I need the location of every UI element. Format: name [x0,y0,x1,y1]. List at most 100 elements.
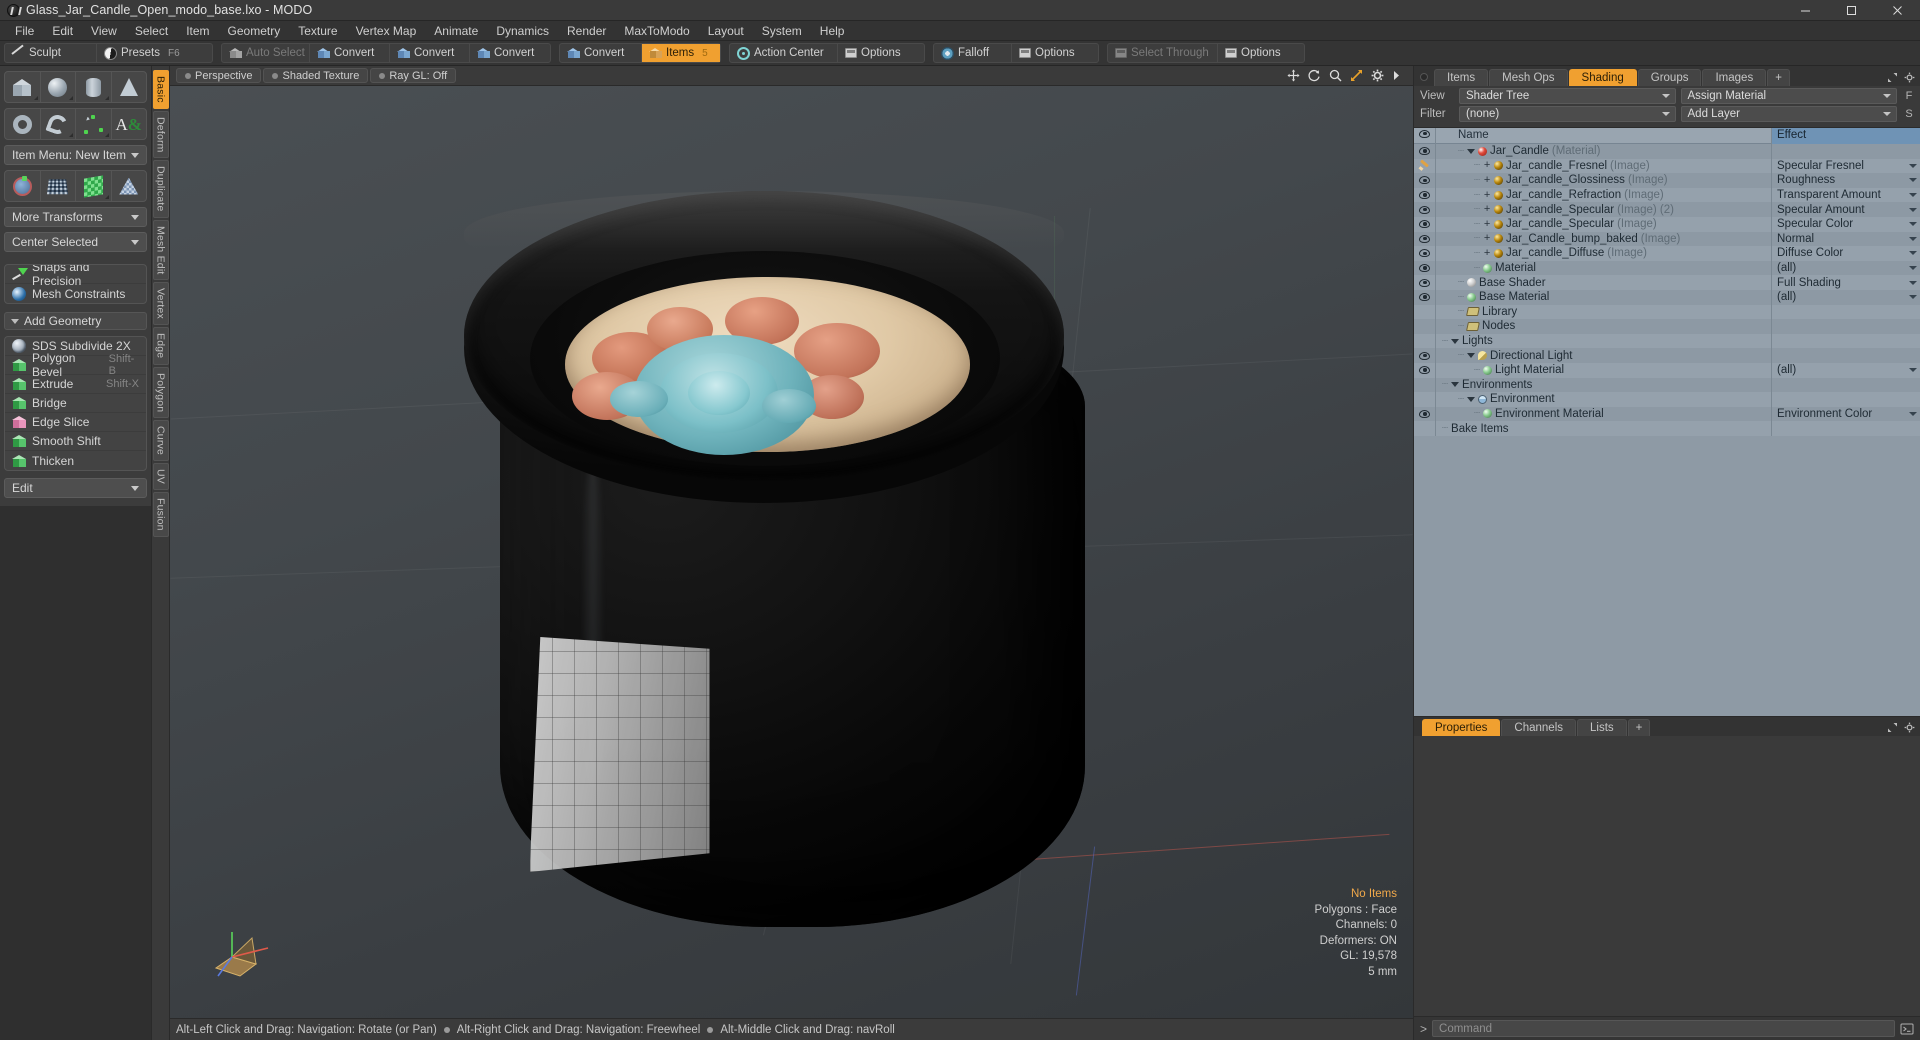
shader-tree-row[interactable]: ┈ Environment Material Environment Color [1414,406,1920,422]
tab-channels[interactable]: Channels [1501,718,1577,736]
add-geometry-header[interactable]: Add Geometry [4,312,147,330]
chevron-down-icon[interactable] [1909,193,1917,198]
tab-items[interactable]: Items [1434,69,1489,86]
shader-tree-row[interactable]: ┈ Bake Items [1414,421,1920,436]
assign-material-select[interactable]: Assign Material [1680,88,1897,104]
shader-tree-row[interactable]: ┈ Lights [1414,333,1920,349]
close-button[interactable] [1874,0,1920,21]
maximize-button[interactable] [1828,0,1874,21]
torus-primitive-button[interactable] [5,109,41,139]
chevron-down-icon[interactable] [1909,251,1917,256]
visibility-icon[interactable] [1414,246,1436,261]
view-select[interactable]: Shader Tree [1459,88,1676,104]
shader-tree-row[interactable]: ┈ + Jar_candle_Diffuse (Image) Diffuse Colo… [1414,246,1920,261]
chevron-down-icon[interactable] [1909,368,1917,373]
falloff-button[interactable]: Falloff [934,44,1012,62]
menu-edit[interactable]: Edit [43,21,82,41]
chevron-down-icon[interactable] [1909,295,1917,300]
menu-texture[interactable]: Texture [289,21,346,41]
properties-gear-icon[interactable] [1904,722,1915,733]
action-center-button[interactable]: Action Center [730,44,838,62]
cylinder-primitive-button[interactable] [76,72,112,102]
menu-help[interactable]: Help [811,21,854,41]
visibility-icon[interactable] [1414,406,1436,422]
center-selected-dropdown[interactable]: Center Selected [4,232,147,252]
vtab-basic[interactable]: Basic [152,70,169,109]
shader-tree-row[interactable]: ┈ Base Material (all) [1414,289,1920,305]
visibility-icon[interactable] [1414,289,1436,305]
green-mesh-button[interactable] [76,171,112,201]
panel-expand-icon[interactable] [1887,72,1898,83]
move-icon[interactable] [1287,69,1300,82]
vtab-fusion[interactable]: Fusion [152,492,169,537]
menu-layout[interactable]: Layout [699,21,753,41]
viewport-3d[interactable]: No Items Polygons : Face Channels: 0 Def… [170,86,1413,1018]
menu-maxtomodo[interactable]: MaxToModo [615,21,698,41]
visibility-icon[interactable] [1414,362,1436,378]
tab-lists[interactable]: Lists [1577,718,1627,736]
menu-vertex-map[interactable]: Vertex Map [347,21,426,41]
more-transforms-dropdown[interactable]: More Transforms [4,207,147,227]
vtab-duplicate[interactable]: Duplicate [152,160,169,218]
chevron-right-icon[interactable] [1392,69,1405,82]
brush-icon[interactable] [1414,158,1436,174]
shader-tree-row[interactable]: ┈ Environments [1414,377,1920,393]
minimize-button[interactable] [1782,0,1828,21]
thicken-item[interactable]: Thicken [5,451,146,470]
view-mode-button[interactable]: Perspective [176,68,262,83]
chevron-down-icon[interactable] [1909,411,1917,416]
spiral-primitive-button[interactable] [41,109,76,139]
chevron-down-icon[interactable] [1909,178,1917,183]
shader-tree-row[interactable]: ┈ Material (all) [1414,260,1920,276]
shader-tree-row[interactable]: ┈ Environment [1414,392,1920,407]
triangle-down-icon[interactable] [1451,382,1460,388]
shader-tree-effect[interactable]: Diffuse Color [1772,246,1920,261]
shader-tree-row[interactable]: ┈ + Jar_candle_Specular (Image) (2) Specula… [1414,202,1920,217]
vtab-mesh-edit[interactable]: Mesh Edit [152,219,169,281]
shading-mode-button[interactable]: Shaded Texture [263,68,369,83]
command-input[interactable]: Command [1432,1020,1895,1037]
panel-gear-icon[interactable] [1904,72,1915,83]
vtab-vertex[interactable]: Vertex [152,282,169,326]
expand-plus-icon[interactable]: + [1483,160,1491,171]
options-button-1[interactable]: Options [838,44,924,62]
chevron-down-icon[interactable] [1909,280,1917,285]
vtab-edge[interactable]: Edge [152,327,169,365]
expand-plus-icon[interactable]: + [1483,233,1491,244]
blue-mesh-button[interactable] [112,171,147,201]
tab-groups[interactable]: Groups [1637,69,1702,86]
shader-tree-effect[interactable]: Full Shading [1772,275,1920,290]
tab-shading[interactable]: Shading [1568,69,1637,86]
chevron-down-icon[interactable] [1909,266,1917,271]
tab-properties[interactable]: Properties [1422,718,1501,736]
convert-button-3[interactable]: Convert [470,44,550,62]
triangle-down-icon[interactable] [1467,396,1476,402]
text-primitive-button[interactable]: A& [112,109,147,139]
sculpt-button[interactable]: Sculpt [5,44,97,62]
rotate-icon[interactable] [1308,69,1321,82]
smooth-shift-item[interactable]: Smooth Shift [5,432,146,451]
options-button-3[interactable]: Options [1218,44,1304,62]
expand-plus-icon[interactable]: + [1483,204,1491,215]
chevron-down-icon[interactable] [1909,207,1917,212]
cone-primitive-button[interactable] [112,72,147,102]
fit-icon[interactable] [1350,69,1363,82]
vtab-deform[interactable]: Deform [152,110,169,159]
panel-menu-icon[interactable] [1420,73,1428,81]
sphere-primitive-button[interactable] [41,72,76,102]
vtab-uv[interactable]: UV [152,463,169,491]
convert-button-2[interactable]: Convert [390,44,470,62]
gear-icon[interactable] [1371,69,1384,82]
shader-tree-row[interactable]: ┈ + Jar_candle_Specular (Image) Specular Co… [1414,216,1920,232]
menu-animate[interactable]: Animate [425,21,487,41]
visibility-icon[interactable] [1414,144,1436,159]
visibility-icon[interactable] [1414,173,1436,188]
grid-transform-button[interactable] [41,171,76,201]
items-button[interactable]: Items 5 [642,44,720,62]
triangle-down-icon[interactable] [1467,353,1476,359]
shader-tree-effect[interactable]: Roughness [1772,173,1920,188]
raygl-button[interactable]: Ray GL: Off [370,68,457,83]
shader-tree-effect[interactable]: Specular Amount [1772,202,1920,217]
expand-plus-icon[interactable]: + [1483,189,1491,201]
shader-tree-effect[interactable]: Specular Fresnel [1772,159,1920,174]
